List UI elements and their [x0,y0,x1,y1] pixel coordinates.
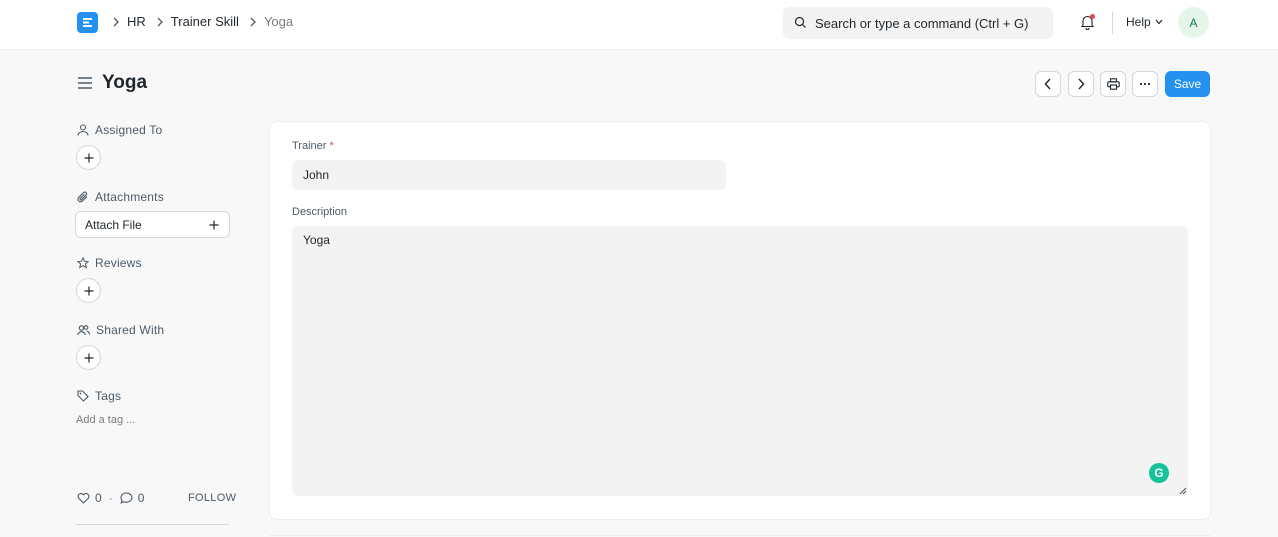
chevron-right-icon [249,17,257,27]
comment-icon [120,492,133,504]
plus-icon [84,153,93,162]
help-label: Help [1126,15,1151,29]
users-icon [77,325,90,336]
assigned-to-label: Assigned To [95,123,163,137]
add-tag-input[interactable]: Add a tag ... [76,414,135,426]
app-logo[interactable] [77,12,98,33]
sidebar-toggle-icon[interactable] [78,77,92,92]
chevron-left-icon [1044,78,1051,90]
user-avatar[interactable]: A [1178,7,1209,38]
tags-label: Tags [95,389,122,403]
save-button[interactable]: Save [1165,71,1210,97]
paperclip-icon [77,191,88,203]
tag-icon [77,390,89,402]
search-icon [794,16,806,28]
assigned-to-section: Assigned To [77,123,162,137]
add-review-button[interactable] [76,278,101,303]
chevron-right-icon [156,17,164,27]
star-icon [77,257,89,269]
grammarly-icon[interactable]: G [1149,463,1169,483]
tags-section: Tags [77,389,121,403]
notifications-bell-icon[interactable] [1080,14,1095,33]
more-actions-button[interactable] [1132,71,1158,97]
resize-handle-icon[interactable] [1178,486,1187,495]
trainer-input[interactable]: John [292,160,726,190]
shared-with-label: Shared With [96,323,165,337]
sidebar-divider [76,524,229,525]
next-doc-button[interactable] [1068,71,1094,97]
description-field-label: Description [292,206,348,218]
attach-file-button[interactable]: Attach File [75,211,230,238]
comments-count: 0 [137,491,145,505]
printer-icon [1106,78,1120,90]
breadcrumb: HR Trainer Skill Yoga [112,14,303,29]
plus-icon [84,353,93,362]
plus-icon [84,286,93,295]
add-share-button[interactable] [76,345,101,370]
chevron-right-icon [112,17,120,27]
breadcrumb-current[interactable]: Yoga [264,14,293,29]
notification-dot [1090,14,1095,19]
previous-doc-button[interactable] [1035,71,1061,97]
trainer-field-label: Trainer * [292,140,334,152]
comments-stat[interactable]: 0 [120,491,145,505]
plus-icon [209,220,219,229]
breadcrumb-trainer-skill[interactable]: Trainer Skill [171,14,239,29]
navbar-divider [1112,12,1113,34]
ellipsis-icon [1139,82,1151,86]
page-title: Yoga [102,72,148,93]
chevron-down-icon [1155,19,1163,25]
print-button[interactable] [1100,71,1126,97]
attach-file-label: Attach File [85,217,142,232]
reviews-label: Reviews [95,256,142,270]
description-textarea[interactable]: Yoga [292,226,1188,496]
reviews-section: Reviews [77,256,142,270]
doc-stats: 0 · 0 [77,491,144,505]
shared-with-section: Shared With [77,323,164,337]
logo-e-icon [83,18,92,27]
required-indicator: * [329,140,334,152]
stats-separator: · [108,491,113,505]
attachments-label: Attachments [95,190,164,204]
breadcrumb-hr[interactable]: HR [127,14,146,29]
search-bar[interactable] [783,7,1053,39]
follow-button[interactable]: FOLLOW [188,492,236,504]
user-icon [77,124,89,136]
chevron-right-icon [1078,78,1085,90]
search-input[interactable] [815,7,1045,39]
attachments-section: Attachments [77,190,164,204]
likes-stat[interactable]: 0 [77,491,102,505]
trainer-label-text: Trainer [292,140,327,152]
heart-icon [77,492,90,504]
navbar: HR Trainer Skill Yoga Help A [0,0,1278,50]
add-assignee-button[interactable] [76,145,101,170]
likes-count: 0 [95,491,102,505]
help-dropdown[interactable]: Help [1126,15,1163,29]
